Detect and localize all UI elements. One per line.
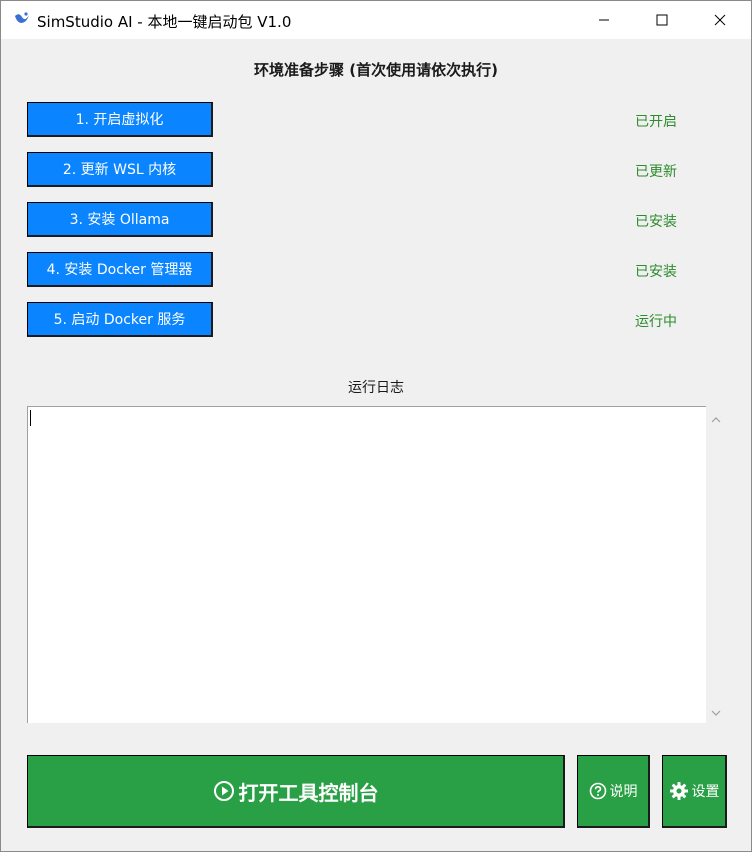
play-circle-icon xyxy=(213,780,235,802)
close-button[interactable] xyxy=(691,1,749,39)
log-heading: 运行日志 xyxy=(348,380,404,396)
help-button[interactable]: 说明 xyxy=(577,755,650,828)
step-install-docker-status: 已安装 xyxy=(635,264,677,280)
chevron-down-icon xyxy=(711,702,721,721)
log-textarea[interactable] xyxy=(27,406,706,723)
help-label: 说明 xyxy=(609,784,638,800)
app-logo-icon xyxy=(13,10,31,28)
scroll-down-button[interactable] xyxy=(706,701,726,721)
chevron-up-icon xyxy=(711,409,721,428)
app-window: SimStudio AI - 本地一键启动包 V1.0 环境准备步骤 (首次使用… xyxy=(0,0,752,852)
open-console-button[interactable]: 打开工具控制台 xyxy=(27,755,565,828)
minimize-button[interactable] xyxy=(575,1,633,39)
gear-icon xyxy=(669,781,689,801)
step-update-wsl-status: 已更新 xyxy=(635,164,677,180)
settings-button[interactable]: 设置 xyxy=(662,755,727,828)
step-enable-virtualization-status: 已开启 xyxy=(635,114,677,130)
close-icon xyxy=(714,11,726,30)
step-enable-virtualization-button[interactable]: 1. 开启虚拟化 xyxy=(27,102,213,137)
open-console-label: 打开工具控制台 xyxy=(238,780,379,805)
minimize-icon xyxy=(598,11,610,30)
maximize-button[interactable] xyxy=(633,1,691,39)
window-title: SimStudio AI - 本地一键启动包 V1.0 xyxy=(37,13,292,31)
title-bar[interactable]: SimStudio AI - 本地一键启动包 V1.0 xyxy=(1,1,751,39)
scroll-up-button[interactable] xyxy=(706,408,726,428)
question-circle-icon xyxy=(589,782,607,800)
log-scrollbar[interactable] xyxy=(706,406,726,723)
step-install-ollama-button[interactable]: 3. 安装 Ollama xyxy=(27,202,213,237)
step-start-docker-button[interactable]: 5. 启动 Docker 服务 xyxy=(27,302,213,337)
step-update-wsl-button[interactable]: 2. 更新 WSL 内核 xyxy=(27,152,213,187)
step-install-ollama-status: 已安装 xyxy=(635,214,677,230)
step-install-docker-button[interactable]: 4. 安装 Docker 管理器 xyxy=(27,252,213,287)
text-caret xyxy=(30,410,31,426)
settings-label: 设置 xyxy=(691,784,720,800)
maximize-icon xyxy=(656,11,668,30)
setup-heading: 环境准备步骤 (首次使用请依次执行) xyxy=(254,61,498,79)
step-start-docker-status: 运行中 xyxy=(635,314,677,330)
